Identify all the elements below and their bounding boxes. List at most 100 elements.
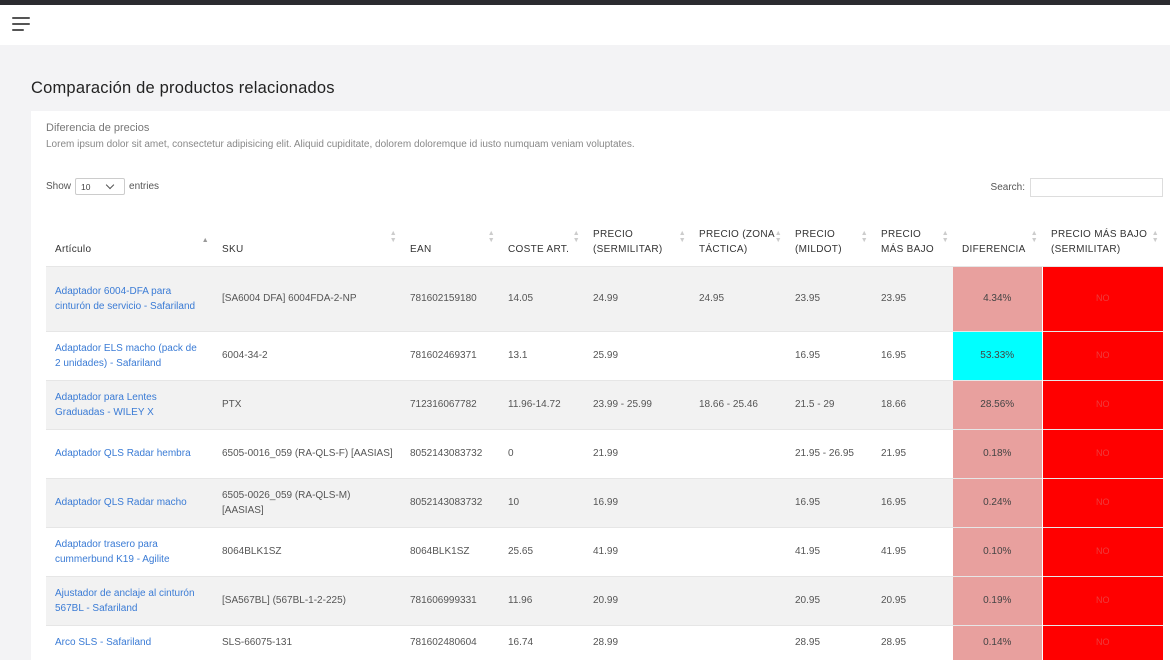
product-link[interactable]: Adaptador ELS macho (pack de 2 unidades)… — [55, 343, 197, 369]
cell-bajo: 16.95 — [872, 477, 953, 527]
cell-precio-mas-bajo-sermilitar: NO — [1041, 575, 1163, 625]
product-link[interactable]: Adaptador para Lentes Graduadas - WILEY … — [55, 392, 157, 418]
cell-precio-mas-bajo-sermilitar: NO — [1041, 624, 1163, 660]
cell-ean: 781606999331 — [401, 575, 499, 625]
cell-articulo: Arco SLS - Safariland — [46, 624, 213, 660]
price-difference-card: Diferencia de precios Lorem ipsum dolor … — [31, 111, 1170, 660]
cell-ean: 781602159180 — [401, 265, 499, 331]
column-header-precio-mildot[interactable]: PRECIO (MILDOT) ▲ ▼ — [786, 204, 872, 266]
cell-sermilitar: 24.99 — [584, 265, 690, 331]
cell-sermilitar: 16.99 — [584, 477, 690, 527]
cell-diferencia: 28.56% — [953, 379, 1042, 429]
cell-sku: 6505-0026_059 (RA-QLS-M) [AASIAS] — [213, 477, 401, 527]
column-header-coste[interactable]: COSTE ART. ▲ ▼ — [499, 204, 584, 266]
search-label: Search: — [990, 182, 1025, 193]
search-input[interactable] — [1030, 178, 1163, 197]
sort-icon: ▲ — [201, 236, 209, 244]
chevron-down-icon — [105, 180, 115, 190]
cell-sermilitar: 41.99 — [584, 526, 690, 576]
table-row: Arco SLS - Safariland SLS-66075-131 781602… — [46, 624, 1163, 660]
cell-coste: 10 — [499, 477, 584, 527]
cell-articulo: Adaptador QLS Radar macho — [46, 477, 213, 527]
cell-zona — [690, 477, 786, 527]
cell-zona: 18.66 - 25.46 — [690, 379, 786, 429]
cell-sku: [SA567BL] (567BL-1-2-225) — [213, 575, 401, 625]
product-link[interactable]: Adaptador trasero para cummerbund K19 - … — [55, 539, 170, 565]
cell-ean: 781602469371 — [401, 330, 499, 380]
entries-length-control: Show 10 entries — [46, 178, 159, 195]
sort-icon: ▲ ▼ — [941, 229, 949, 244]
page-title: Comparación de productos relacionados — [31, 79, 335, 97]
cell-articulo: Adaptador ELS macho (pack de 2 unidades)… — [46, 330, 213, 380]
cell-coste: 0 — [499, 428, 584, 478]
cell-diferencia: 0.19% — [953, 575, 1042, 625]
cell-diferencia: 0.24% — [953, 477, 1042, 527]
column-header-precio-sermilitar[interactable]: PRECIO (SERMILITAR) ▲ ▼ — [584, 204, 690, 266]
hamburger-menu-icon[interactable] — [12, 17, 30, 31]
cell-bajo: 20.95 — [872, 575, 953, 625]
entries-length-select[interactable]: 10 — [75, 178, 126, 195]
cell-mildot: 41.95 — [786, 526, 872, 576]
cell-coste: 25.65 — [499, 526, 584, 576]
cell-precio-mas-bajo-sermilitar: NO — [1041, 428, 1163, 478]
cell-sku: 8064BLK1SZ — [213, 526, 401, 576]
cell-ean: 712316067782 — [401, 379, 499, 429]
table-row: Adaptador ELS macho (pack de 2 unidades)… — [46, 330, 1163, 380]
cell-mildot: 23.95 — [786, 265, 872, 331]
column-header-precio-zona-tactica[interactable]: PRECIO (ZONA TÁCTICA) ▲ ▼ — [690, 204, 786, 266]
cell-precio-mas-bajo-sermilitar: NO — [1041, 379, 1163, 429]
comparison-table: Artículo ▲ SKU ▲ ▼ EAN ▲ ▼ COSTE ART. ▲ ▼ PRECI… — [46, 204, 1163, 660]
cell-precio-mas-bajo-sermilitar: NO — [1041, 330, 1163, 380]
sort-icon: ▲ ▼ — [389, 229, 397, 244]
cell-precio-mas-bajo-sermilitar: NO — [1041, 265, 1163, 331]
app-header — [0, 5, 1170, 45]
sort-icon: ▲ ▼ — [1151, 229, 1159, 244]
cell-coste: 13.1 — [499, 330, 584, 380]
product-link[interactable]: Arco SLS - Safariland — [55, 637, 151, 648]
column-header-sku[interactable]: SKU ▲ ▼ — [213, 204, 401, 266]
cell-mildot: 16.95 — [786, 330, 872, 380]
table-row: Adaptador 6004-DFA para cinturón de serv… — [46, 265, 1163, 331]
table-search: Search: — [991, 178, 1163, 197]
column-header-precio-mas-bajo-sermilitar[interactable]: PRECIO MÁS BAJO (SERMILITAR) ▲ ▼ — [1042, 204, 1163, 266]
cell-zona — [690, 330, 786, 380]
cell-coste: 11.96-14.72 — [499, 379, 584, 429]
card-description: Lorem ipsum dolor sit amet, consectetur … — [46, 139, 635, 150]
column-header-diferencia[interactable]: DIFERENCIA ▲ ▼ — [953, 204, 1042, 266]
cell-sku: 6004-34-2 — [213, 330, 401, 380]
cell-precio-mas-bajo-sermilitar: NO — [1041, 477, 1163, 527]
column-header-ean[interactable]: EAN ▲ ▼ — [401, 204, 499, 266]
sort-icon: ▲ ▼ — [1030, 229, 1038, 244]
product-link[interactable]: Adaptador QLS Radar macho — [55, 497, 187, 508]
cell-articulo: Adaptador 6004-DFA para cinturón de serv… — [46, 265, 213, 331]
cell-coste: 11.96 — [499, 575, 584, 625]
cell-zona — [690, 575, 786, 625]
table-row: Adaptador trasero para cummerbund K19 - … — [46, 526, 1163, 576]
cell-sku: [SA6004 DFA] 6004FDA-2-NP — [213, 265, 401, 331]
cell-sku: SLS-66075-131 — [213, 624, 401, 660]
cell-mildot: 21.5 - 29 — [786, 379, 872, 429]
show-label: Show — [46, 181, 72, 192]
table-header-row: Artículo ▲ SKU ▲ ▼ EAN ▲ ▼ COSTE ART. ▲ ▼ PRECI… — [46, 204, 1163, 266]
cell-mildot: 20.95 — [786, 575, 872, 625]
cell-bajo: 41.95 — [872, 526, 953, 576]
cell-diferencia: 0.10% — [953, 526, 1042, 576]
card-title: Diferencia de precios — [46, 122, 150, 134]
table-row: Adaptador QLS Radar hembra 6505-0016_059 … — [46, 428, 1163, 478]
product-link[interactable]: Adaptador 6004-DFA para cinturón de serv… — [55, 286, 195, 312]
cell-bajo: 23.95 — [872, 265, 953, 331]
cell-sermilitar: 23.99 - 25.99 — [584, 379, 690, 429]
column-header-articulo[interactable]: Artículo ▲ — [46, 204, 213, 266]
cell-ean: 8064BLK1SZ — [401, 526, 499, 576]
entries-label: entries — [129, 181, 160, 192]
cell-coste: 16.74 — [499, 624, 584, 660]
column-header-precio-mas-bajo[interactable]: PRECIO MÁS BAJO ▲ ▼ — [872, 204, 953, 266]
product-link[interactable]: Ajustador de anclaje al cinturón 567BL -… — [55, 588, 195, 614]
cell-mildot: 16.95 — [786, 477, 872, 527]
cell-precio-mas-bajo-sermilitar: NO — [1041, 526, 1163, 576]
product-link[interactable]: Adaptador QLS Radar hembra — [55, 448, 191, 459]
cell-ean: 8052143083732 — [401, 428, 499, 478]
cell-diferencia: 0.18% — [953, 428, 1042, 478]
cell-articulo: Adaptador QLS Radar hembra — [46, 428, 213, 478]
cell-diferencia: 53.33% — [953, 330, 1042, 380]
